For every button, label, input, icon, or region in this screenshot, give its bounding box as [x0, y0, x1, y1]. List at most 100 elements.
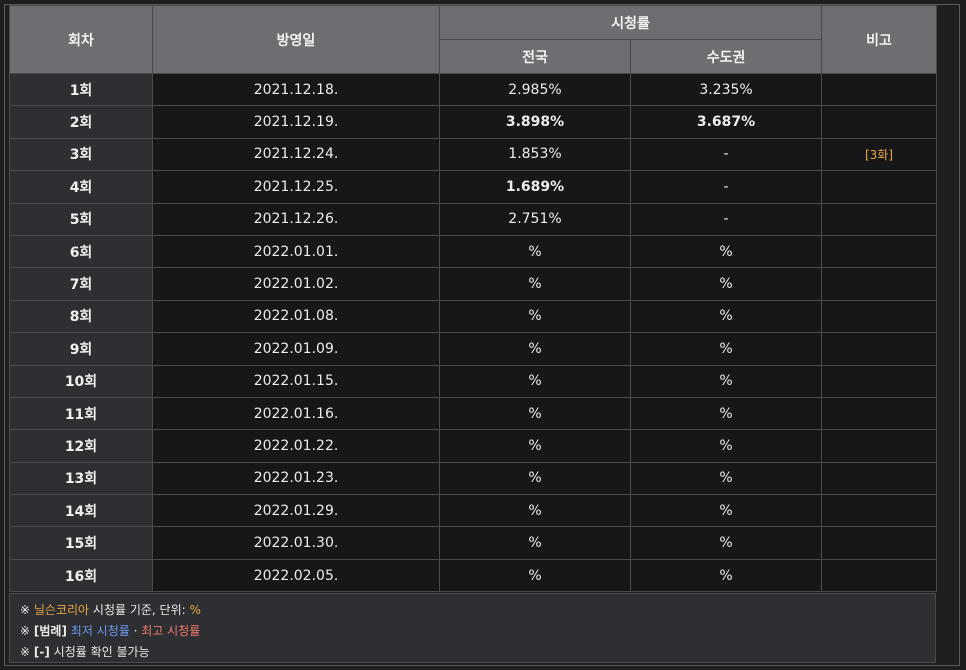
dash-text: 시청률 확인 불가능 — [49, 645, 150, 659]
episode-cell: 1회 — [9, 72, 153, 107]
table-row: 1회 2021.12.18. 2.985% 3.235% — [9, 72, 938, 107]
table-row: 15회 2022.01.30.%% — [9, 526, 938, 560]
table-row: 10회 2022.01.15.%% — [9, 364, 938, 398]
header-episode: 회차 — [9, 5, 153, 74]
capital-rating-cell: 3.687% — [629, 105, 823, 139]
legend-label: [범례] — [33, 624, 67, 638]
capital-rating-cell: % — [629, 558, 823, 593]
nationwide-rating-cell: % — [439, 364, 631, 398]
episode-cell: 4회 — [9, 170, 153, 204]
reference-mark: ※ — [20, 624, 31, 638]
reference-mark: ※ — [20, 645, 31, 659]
legend-lowest: 최저 시청률 — [70, 624, 130, 638]
capital-rating-cell: % — [629, 267, 823, 301]
table-row: 4회 2021.12.25. 1.689% - — [9, 170, 938, 204]
unit-value: % — [189, 603, 201, 617]
remark-cell — [821, 105, 938, 139]
ratings-table-frame: 회차 방영일 시청률 비고 전국 수도권 1회 2021.12.18. 2.985%… — [4, 4, 960, 666]
capital-rating-cell: - — [629, 202, 823, 236]
table-row: 13회 2022.01.23.%% — [9, 461, 938, 496]
remark-cell — [821, 558, 938, 593]
source-link[interactable]: 닐슨코리아 — [34, 603, 89, 617]
capital-rating-cell: - — [629, 170, 823, 204]
episode-cell: 5회 — [9, 202, 153, 236]
capital-rating-cell: % — [629, 396, 823, 431]
table-footer-notes: ※ 닐슨코리아 시청률 기준, 단위: % ※ [범례] 최저 시청률 · 최고… — [9, 593, 936, 663]
header-ratings: 시청률 — [438, 5, 823, 40]
table-row: 5회 2021.12.26. 2.751% - — [9, 202, 938, 236]
air-date-cell: 2022.01.16. — [152, 396, 440, 431]
nationwide-rating-cell: % — [439, 332, 631, 366]
episode-cell: 2회 — [9, 105, 153, 139]
air-date-cell: 2022.01.01. — [152, 234, 440, 269]
episode-cell: 6회 — [9, 234, 153, 269]
air-date-cell: 2022.01.29. — [152, 494, 440, 528]
table-row: 7회 2022.01.02.%% — [9, 267, 938, 301]
episode-cell: 10회 — [9, 364, 153, 398]
capital-rating-cell: % — [629, 429, 823, 463]
capital-rating-cell: % — [629, 234, 823, 269]
episode-cell: 8회 — [9, 299, 153, 334]
header-air-date: 방영일 — [152, 5, 440, 74]
remark-cell — [821, 234, 938, 269]
remark-cell: [3화] — [821, 137, 938, 172]
table-row: 14회 2022.01.29.%% — [9, 494, 938, 528]
legend-separator: · — [129, 624, 142, 638]
nationwide-rating-cell: % — [439, 526, 631, 560]
nationwide-rating-cell: % — [439, 558, 631, 593]
nationwide-rating-cell: 3.898% — [439, 105, 631, 139]
air-date-cell: 2021.12.25. — [152, 170, 440, 204]
remark-cell — [821, 72, 938, 107]
remark-cell — [821, 299, 938, 334]
episode-cell: 11회 — [9, 396, 153, 431]
table-row: 6회 2022.01.01.%% — [9, 234, 938, 269]
table-row: 3회 2021.12.24. 1.853% - [3화] — [9, 137, 938, 172]
header-nationwide: 전국 — [439, 39, 631, 74]
nationwide-rating-cell: % — [439, 429, 631, 463]
episode-cell: 3회 — [9, 137, 153, 172]
capital-rating-cell: % — [629, 526, 823, 560]
footer-source-line: ※ 닐슨코리아 시청률 기준, 단위: % — [10, 600, 935, 621]
capital-rating-cell: % — [629, 364, 823, 398]
air-date-cell: 2022.01.08. — [152, 299, 440, 334]
nationwide-rating-cell: % — [439, 299, 631, 334]
header-capital: 수도권 — [629, 39, 823, 74]
nationwide-rating-cell: % — [439, 461, 631, 496]
episode-cell: 14회 — [9, 494, 153, 528]
nationwide-rating-cell: 1.689% — [439, 170, 631, 204]
remark-cell — [821, 396, 938, 431]
remark-cell — [821, 267, 938, 301]
reference-mark: ※ — [20, 603, 31, 617]
episode-cell: 16회 — [9, 558, 153, 593]
table-row: 8회 2022.01.08.%% — [9, 299, 938, 334]
ratings-table: 회차 방영일 시청률 비고 전국 수도권 1회 2021.12.18. 2.985%… — [9, 5, 938, 593]
remark-cell — [821, 494, 938, 528]
legend-highest: 최고 시청률 — [141, 624, 201, 638]
remark-cell — [821, 364, 938, 398]
dash-label: [-] — [33, 645, 50, 659]
nationwide-rating-cell: 2.751% — [439, 202, 631, 236]
remark-cell — [821, 202, 938, 236]
remark-cell — [821, 526, 938, 560]
remark-cell — [821, 429, 938, 463]
capital-rating-cell: % — [629, 299, 823, 334]
air-date-cell: 2022.01.15. — [152, 364, 440, 398]
air-date-cell: 2022.01.22. — [152, 429, 440, 463]
footer-legend-line: ※ [범례] 최저 시청률 · 최고 시청률 — [10, 621, 935, 642]
capital-rating-cell: - — [629, 137, 823, 172]
nationwide-rating-cell: % — [439, 494, 631, 528]
episode-cell: 15회 — [9, 526, 153, 560]
header-remark: 비고 — [821, 5, 938, 74]
episode-cell: 12회 — [9, 429, 153, 463]
table-row: 2회 2021.12.19. 3.898% 3.687% — [9, 105, 938, 139]
nationwide-rating-cell: 2.985% — [439, 72, 631, 107]
capital-rating-cell: % — [629, 494, 823, 528]
remark-cell — [821, 461, 938, 496]
source-text: 시청률 기준, 단위: — [89, 603, 190, 617]
remark-link[interactable]: [3화] — [865, 148, 893, 162]
capital-rating-cell: % — [629, 461, 823, 496]
nationwide-rating-cell: % — [439, 396, 631, 431]
nationwide-rating-cell: % — [439, 234, 631, 269]
nationwide-rating-cell: % — [439, 267, 631, 301]
capital-rating-cell: % — [629, 332, 823, 366]
